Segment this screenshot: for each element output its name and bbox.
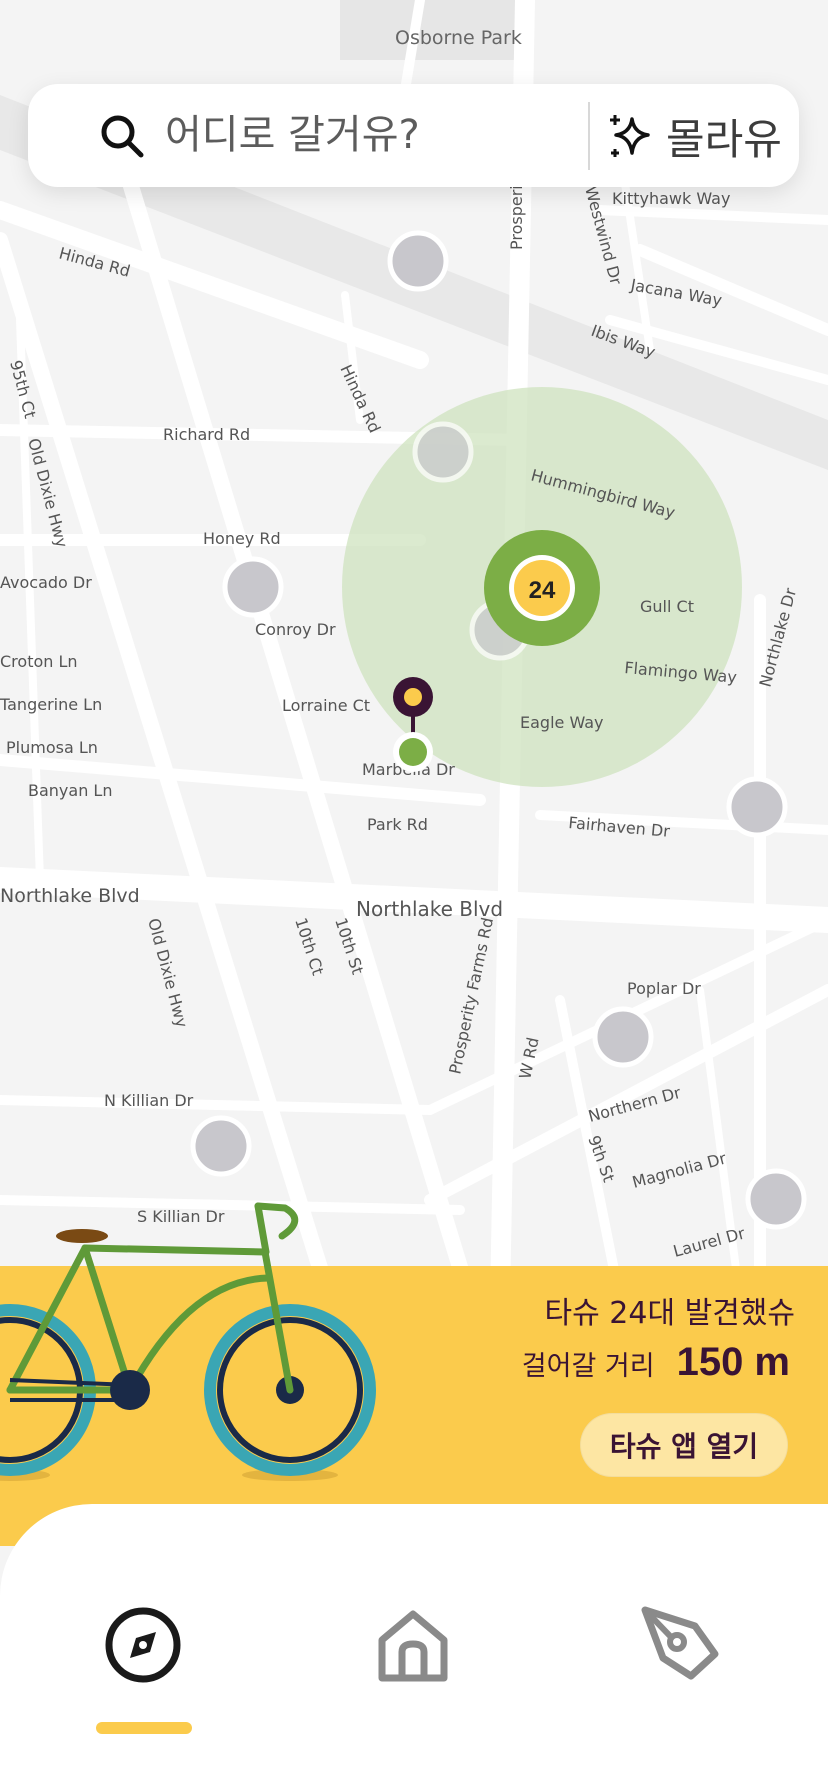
map-label: Kittyhawk Way (612, 189, 730, 208)
station-marker[interactable] (222, 556, 284, 618)
map-label: Croton Ln (0, 652, 78, 671)
map-label: Poplar Dr (627, 979, 701, 998)
station-marker[interactable] (745, 1168, 807, 1230)
bikes-found-text: 타슈 24대 발견했슈 (544, 1296, 795, 1331)
cluster-count: 24 (529, 577, 556, 604)
station-marker[interactable] (726, 776, 788, 838)
open-app-button[interactable]: 타슈 앱 열기 (580, 1413, 788, 1477)
search-bar: 몰라유 (28, 84, 799, 187)
active-tab-indicator (96, 1722, 192, 1734)
distance-label: 걸어갈 거리 (521, 1351, 655, 1382)
compass-icon[interactable] (98, 1600, 188, 1690)
map-label: Conroy Dr (255, 620, 336, 639)
map-label: Northlake Blvd (0, 885, 140, 907)
pen-icon[interactable] (635, 1600, 725, 1690)
walking-distance: 걸어갈 거리 150 m (460, 1340, 790, 1400)
map-label: Gull Ct (640, 597, 694, 616)
search-icon[interactable] (98, 112, 146, 160)
search-input[interactable] (165, 102, 595, 168)
map-label: Banyan Ln (28, 781, 112, 800)
map-label: Tangerine Ln (0, 695, 102, 714)
map-label: Richard Rd (163, 425, 250, 444)
map-label: Osborne Park (395, 27, 522, 49)
bike-cluster-marker[interactable]: 24 (484, 530, 600, 646)
sparkle-icon (610, 115, 650, 157)
station-marker[interactable] (387, 230, 449, 292)
distance-value: 150 m (676, 1340, 790, 1384)
map-label: Lorraine Ct (282, 696, 370, 715)
home-icon[interactable] (368, 1600, 458, 1690)
search-divider (588, 102, 590, 170)
station-marker[interactable] (592, 1006, 654, 1068)
map-view[interactable]: Osborne Park Prosperity Farms Rd Kittyha… (0, 0, 828, 1300)
ai-suggest-button[interactable]: 몰라유 (606, 98, 782, 174)
station-marker[interactable] (412, 421, 474, 483)
map-label: N Killian Dr (104, 1091, 194, 1110)
map-label: Honey Rd (203, 529, 281, 548)
station-marker[interactable] (190, 1115, 252, 1177)
map-label: Eagle Way (520, 713, 604, 732)
map-label: Avocado Dr (0, 573, 92, 592)
ai-suggest-label: 몰라유 (666, 114, 782, 164)
map-label: Plumosa Ln (6, 738, 98, 757)
map-label: Park Rd (367, 815, 428, 834)
bicycle-illustration (0, 1202, 376, 1481)
map-canvas[interactable]: Osborne Park Prosperity Farms Rd Kittyha… (0, 0, 828, 1300)
